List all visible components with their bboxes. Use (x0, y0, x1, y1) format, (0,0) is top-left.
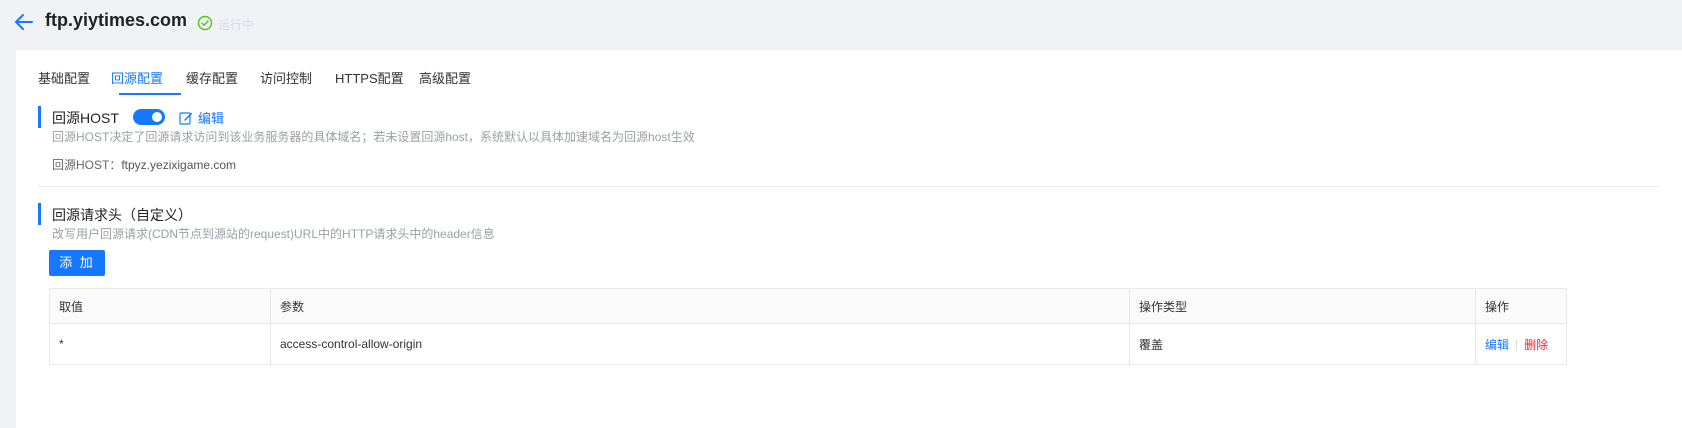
check-circle-icon (197, 15, 213, 31)
row-edit-link[interactable]: 编辑 (1485, 336, 1509, 353)
section-marker (38, 106, 41, 128)
origin-host-value: ftpyz.yezixigame.com (121, 158, 237, 172)
request-headers-description: 改写用户回源请求(CDN节点到源站的request)URL中的HTTP请求头中的… (52, 227, 495, 241)
config-tabs: 基础配置 回源配置 缓存配置 访问控制 HTTPS配置 高级配置 (38, 50, 1658, 95)
cell-param: access-control-allow-origin (270, 324, 1129, 364)
config-card: 基础配置 回源配置 缓存配置 访问控制 HTTPS配置 高级配置 回源HOST … (16, 50, 1682, 428)
edit-icon (179, 111, 193, 125)
col-action-header: 操作 (1475, 289, 1566, 323)
cell-optype: 覆盖 (1129, 324, 1475, 364)
tab-origin[interactable]: 回源配置 (111, 68, 163, 87)
tab-https[interactable]: HTTPS配置 (335, 68, 404, 87)
origin-host-toggle[interactable] (133, 109, 165, 125)
active-tab-indicator (119, 93, 181, 95)
row-delete-link[interactable]: 删除 (1524, 336, 1548, 353)
cell-actions: 编辑 | 删除 (1475, 324, 1566, 364)
col-param-header: 参数 (270, 289, 1129, 323)
site-title: ftp.yiytimes.com (45, 10, 188, 30)
origin-host-title: 回源HOST (52, 110, 119, 126)
origin-host-key: 回源HOST： (52, 158, 122, 172)
col-value-header: 取值 (59, 299, 84, 314)
cell-value: * (59, 337, 64, 351)
action-separator: | (1515, 337, 1519, 351)
col-optype-header: 操作类型 (1129, 289, 1475, 323)
add-header-button[interactable]: 添 加 (49, 250, 105, 276)
status-text: 运行中 (218, 18, 255, 32)
origin-host-value-line: 回源HOST：ftpyz.yezixigame.com (52, 156, 236, 173)
header-bar: ftp.yiytimes.com 运行中 (0, 0, 1682, 50)
section-marker (38, 203, 41, 225)
section-divider (38, 186, 1660, 187)
request-headers-title: 回源请求头（自定义） (52, 207, 192, 223)
headers-table: 取值 参数 操作类型 操作 * access-control-allow-ori… (49, 288, 1567, 365)
edit-label: 编辑 (198, 111, 225, 126)
tab-access-control[interactable]: 访问控制 (260, 68, 312, 87)
table-header: 取值 参数 操作类型 操作 (50, 289, 1566, 324)
table-row: * access-control-allow-origin 覆盖 编辑 | 删除 (50, 324, 1566, 364)
tab-cache[interactable]: 缓存配置 (186, 68, 238, 87)
back-arrow-icon[interactable] (13, 11, 35, 33)
origin-host-edit-button[interactable]: 编辑 (179, 108, 224, 127)
toggle-knob (152, 112, 162, 122)
origin-host-description: 回源HOST决定了回源请求访问到该业务服务器的具体域名；若未设置回源host，系… (52, 130, 695, 144)
tab-basic[interactable]: 基础配置 (38, 68, 90, 87)
tab-advanced[interactable]: 高级配置 (419, 68, 471, 87)
